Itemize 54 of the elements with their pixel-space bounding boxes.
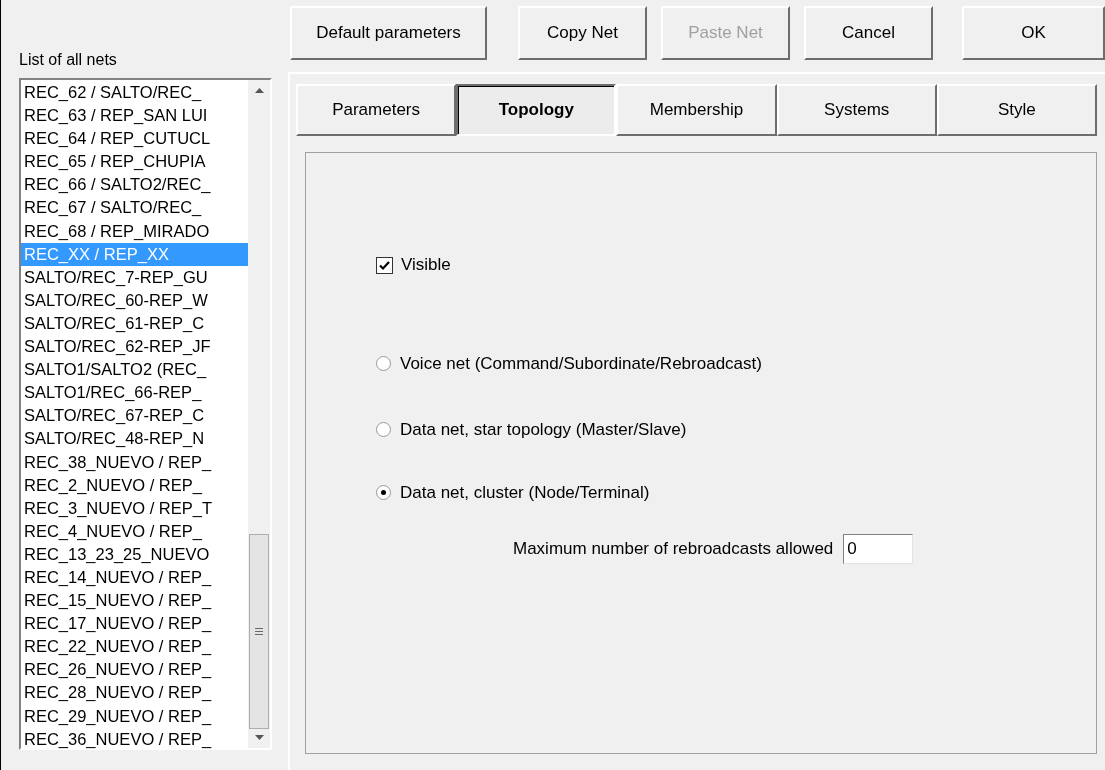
checkbox-label: Visible <box>401 255 451 275</box>
list-item[interactable]: REC_65 / REP_CHUPIA <box>21 150 248 174</box>
list-item[interactable]: SALTO/REC_67-REP_C <box>21 404 248 428</box>
list-item[interactable]: REC_22_NUEVO / REP_ <box>21 635 248 659</box>
list-item[interactable]: SALTO/REC_48-REP_N <box>21 427 248 451</box>
list-item[interactable]: SALTO/REC_62-REP_JF <box>21 335 248 359</box>
scroll-down-icon[interactable] <box>254 735 264 740</box>
radio-label: Data net, cluster (Node/Terminal) <box>400 482 650 503</box>
scrollbar[interactable] <box>248 80 270 748</box>
tab[interactable]: Parameters <box>296 84 457 136</box>
dialog-button[interactable]: Copy Net <box>518 6 647 60</box>
radio-button[interactable] <box>376 422 391 437</box>
list-item[interactable]: REC_28_NUEVO / REP_ <box>21 681 248 705</box>
list-item[interactable]: REC_26_NUEVO / REP_ <box>21 658 248 682</box>
rebroadcasts-field[interactable]: 0 <box>843 534 914 564</box>
radio-button[interactable] <box>376 356 391 371</box>
list-item[interactable]: REC_3_NUEVO / REP_T <box>21 496 248 520</box>
dialog-button[interactable]: OK <box>962 6 1105 60</box>
list-item[interactable]: REC_63 / REP_SAN LUI <box>21 104 248 128</box>
radio-label: Voice net (Command/Subordinate/Rebroadcast) <box>400 353 762 374</box>
field-label: Maximum number of rebroadcasts allowed <box>513 539 834 559</box>
scroll-up-icon[interactable] <box>254 88 264 93</box>
tab[interactable]: Membership <box>616 84 777 136</box>
grip-icon <box>255 628 263 635</box>
list-item[interactable]: SALTO/REC_60-REP_W <box>21 288 248 312</box>
visible-checkbox[interactable] <box>376 256 393 274</box>
list-item[interactable]: REC_67 / SALTO/REC_ <box>21 196 248 220</box>
radio-button[interactable] <box>376 485 391 500</box>
list-item[interactable]: REC_64 / REP_CUTUCL <box>21 127 248 151</box>
tab[interactable]: Topology <box>456 84 617 136</box>
list-item[interactable]: REC_17_NUEVO / REP_ <box>21 612 248 636</box>
dialog-button[interactable]: Cancel <box>804 6 933 60</box>
list-item[interactable]: REC_2_NUEVO / REP_ <box>21 473 248 497</box>
list-item[interactable]: REC_62 / SALTO/REC_ <box>21 81 248 105</box>
radio-label: Data net, star topology (Master/Slave) <box>400 419 687 440</box>
tab[interactable]: Systems <box>776 84 937 136</box>
tab[interactable]: Style <box>936 84 1097 136</box>
list-item[interactable]: SALTO/REC_61-REP_C <box>21 311 248 336</box>
list-item[interactable]: REC_4_NUEVO / REP_ <box>21 519 248 543</box>
list-item[interactable]: REC_15_NUEVO / REP_ <box>21 589 248 613</box>
list-item[interactable]: SALTO1/SALTO2 (REC_ <box>21 358 248 382</box>
list-item[interactable]: SALTO1/REC_66-REP_ <box>21 381 248 405</box>
list-item[interactable]: REC_38_NUEVO / REP_ <box>21 450 248 474</box>
list-item[interactable]: REC_66 / SALTO2/REC_ <box>21 173 248 197</box>
list-item[interactable]: REC_29_NUEVO / REP_ <box>21 704 248 728</box>
list-label: List of all nets <box>19 50 118 70</box>
list-item[interactable]: REC_13_23_25_NUEVO <box>21 542 248 566</box>
dialog-button[interactable]: Default parameters <box>290 6 487 60</box>
scroll-thumb[interactable] <box>249 534 269 729</box>
nets-listbox[interactable] <box>19 78 272 750</box>
list-item[interactable]: REC_68 / REP_MIRADO <box>21 219 248 243</box>
list-item[interactable]: REC_36_NUEVO / REP_ <box>21 727 248 751</box>
list-item[interactable]: SALTO/REC_7-REP_GU <box>21 265 248 289</box>
list-item[interactable]: REC_14_NUEVO / REP_ <box>21 565 248 590</box>
